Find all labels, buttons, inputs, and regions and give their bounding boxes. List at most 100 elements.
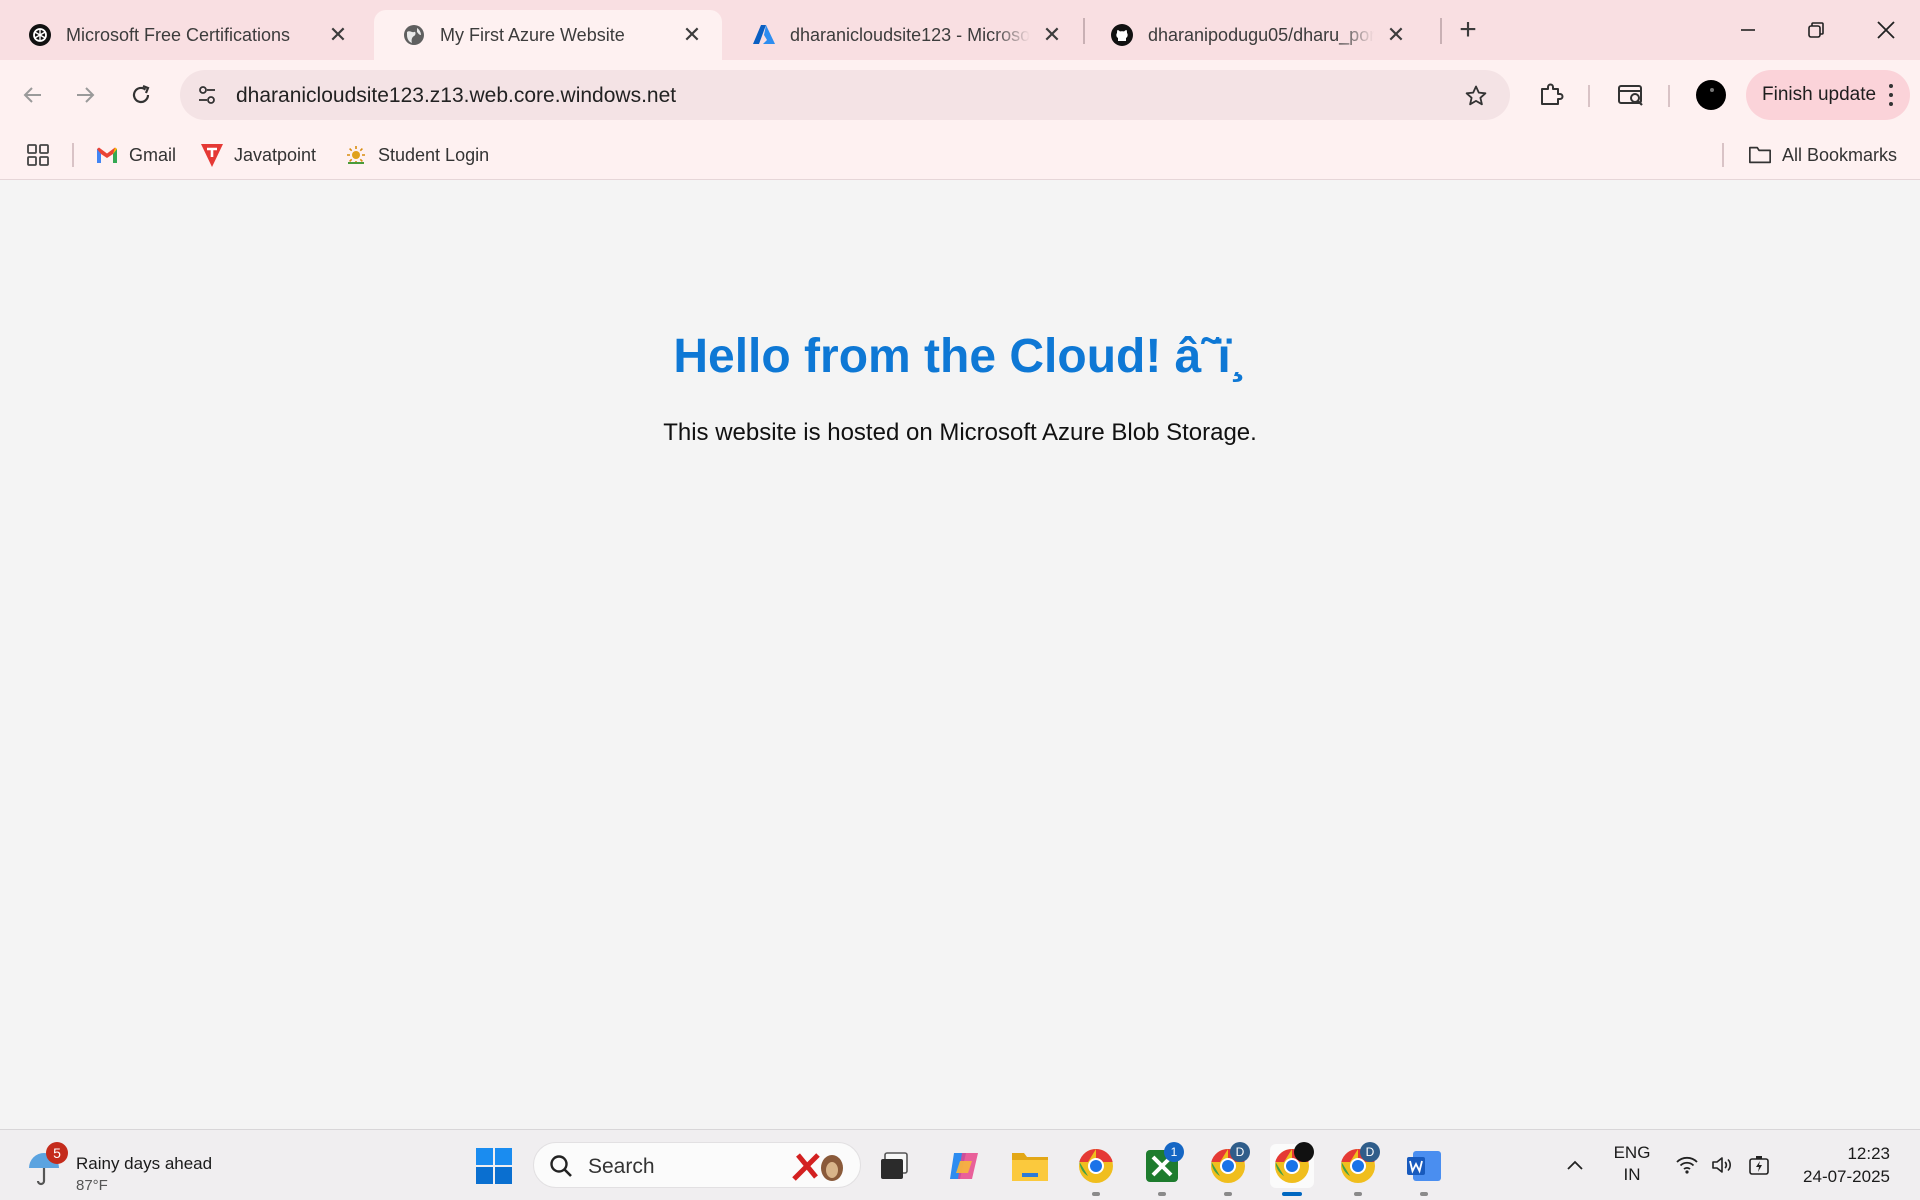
system-clock[interactable]: 12:23 24-07-2025: [1780, 1142, 1890, 1188]
bookmarks-divider: [1722, 143, 1724, 167]
close-icon[interactable]: ✕: [1384, 22, 1408, 47]
reload-icon: [132, 84, 150, 104]
bookmark-javatpoint[interactable]: Javatpoint: [200, 140, 316, 170]
bookmarks-bar: Gmail Javatpoint Student Login All Bookm…: [0, 130, 1920, 180]
wifi-icon: [1676, 1156, 1698, 1174]
running-indicator: [1420, 1192, 1428, 1196]
chrome-app-active[interactable]: [1270, 1142, 1314, 1196]
word-app[interactable]: [1402, 1144, 1446, 1196]
bookmark-label: Student Login: [378, 144, 490, 165]
task-view-icon: [881, 1152, 908, 1179]
search-icon: [550, 1155, 572, 1177]
volume-button[interactable]: [1708, 1140, 1738, 1190]
all-bookmarks-button[interactable]: All Bookmarks: [1748, 140, 1897, 170]
web-page-content: Hello from the Cloud! â˜ï¸ This website …: [0, 181, 1920, 1129]
tab-strip: Microsoft Free Certifications ✕ My First…: [0, 0, 1920, 60]
start-button[interactable]: [472, 1144, 516, 1188]
browser-toolbar: dharanicloudsite123.z13.web.core.windows…: [0, 60, 1920, 130]
windows-taskbar: 5 Rainy days ahead 87°F Search 1 D D ENG…: [0, 1129, 1920, 1200]
clock-date: 24-07-2025: [1803, 1167, 1890, 1186]
openai-icon: [28, 23, 52, 47]
reload-button[interactable]: [122, 76, 160, 114]
tab-dharanicloudsite123[interactable]: dharanicloudsite123 - Microsoft ✕: [724, 10, 1082, 60]
javatpoint-icon: [200, 143, 224, 167]
chrome-profile-badge: D: [1230, 1142, 1250, 1162]
language-region: IN: [1623, 1165, 1641, 1184]
windows-logo-icon: [476, 1148, 512, 1184]
menu-dots-icon[interactable]: [1888, 84, 1894, 106]
profile-avatar[interactable]: [1696, 80, 1726, 110]
tab-my-first-azure-website[interactable]: My First Azure Website ✕: [374, 10, 722, 60]
bookmarks-divider: [72, 143, 74, 167]
chrome-app-3[interactable]: D: [1336, 1142, 1380, 1196]
bookmark-label: Gmail: [129, 144, 177, 165]
tab-github-portfolio[interactable]: dharanipodugu05/dharu_portfolio ✕: [1082, 10, 1426, 60]
bookmark-student-login[interactable]: Student Login: [344, 140, 489, 170]
bookmark-label: Javatpoint: [234, 144, 317, 165]
forward-arrow-icon: [77, 87, 95, 103]
address-bar[interactable]: dharanicloudsite123.z13.web.core.windows…: [180, 70, 1510, 120]
tab-title: dharanicloudsite123 - Microsoft: [790, 24, 1030, 45]
bookmark-gmail[interactable]: Gmail: [95, 140, 176, 170]
clock-time: 12:23: [1847, 1144, 1890, 1163]
gmail-icon: [95, 143, 119, 167]
apps-grid-icon: [27, 144, 49, 166]
page-heading: Hello from the Cloud! â˜ï¸: [673, 330, 1247, 383]
word-icon: [1407, 1151, 1441, 1181]
xbox-app[interactable]: 1: [1140, 1142, 1184, 1196]
language-code: ENG: [1613, 1143, 1651, 1162]
bookmark-star-icon[interactable]: [1462, 82, 1490, 110]
extensions-button[interactable]: [1534, 78, 1568, 112]
task-view-button[interactable]: [872, 1144, 916, 1188]
forward-button[interactable]: [66, 76, 104, 114]
chrome-app-2[interactable]: D: [1206, 1142, 1250, 1196]
close-window-button[interactable]: [1864, 12, 1908, 48]
close-icon[interactable]: ✕: [1040, 22, 1064, 47]
finish-update-label: Finish update: [1762, 84, 1877, 105]
running-indicator: [1224, 1192, 1232, 1196]
chrome-profile-badge: D: [1360, 1142, 1380, 1162]
search-highlight-icon: [792, 1153, 843, 1181]
apps-button[interactable]: [26, 140, 50, 170]
folder-icon: [1012, 1153, 1048, 1181]
back-button[interactable]: [14, 76, 52, 114]
tab-title: Microsoft Free Certifications: [66, 24, 291, 45]
site-settings-icon[interactable]: [192, 80, 222, 110]
url-text[interactable]: dharanicloudsite123.z13.web.core.windows…: [236, 84, 676, 108]
toolbar-divider: [1668, 85, 1670, 107]
battery-charging-icon: [1749, 1156, 1769, 1175]
xbox-notification-badge: 1: [1164, 1142, 1184, 1162]
running-indicator: [1158, 1192, 1166, 1196]
restore-icon: [1808, 22, 1824, 38]
finish-update-button[interactable]: Finish update: [1746, 70, 1910, 120]
folder-icon: [1748, 143, 1772, 167]
tab-divider: [1083, 18, 1085, 44]
minimize-button[interactable]: [1726, 12, 1770, 48]
restore-button[interactable]: [1794, 12, 1838, 48]
new-tab-button[interactable]: +: [1452, 15, 1484, 47]
close-icon: [1877, 21, 1895, 39]
tab-search-icon: [1618, 85, 1643, 106]
minimize-icon: [1741, 29, 1755, 31]
tab-search-button[interactable]: [1614, 78, 1648, 112]
search-placeholder: Search: [588, 1155, 655, 1178]
chrome-app-1[interactable]: [1074, 1144, 1118, 1196]
azure-icon: [752, 23, 776, 47]
chrome-profile-badge-dark: [1294, 1142, 1314, 1162]
close-icon[interactable]: ✕: [680, 22, 704, 47]
toolbar-divider: [1588, 85, 1590, 107]
network-button[interactable]: [1672, 1140, 1702, 1190]
language-indicator[interactable]: ENG IN: [1606, 1142, 1658, 1186]
close-icon[interactable]: ✕: [326, 22, 350, 47]
tab-divider: [1440, 18, 1442, 44]
battery-button[interactable]: [1744, 1140, 1774, 1190]
taskbar-search[interactable]: Search: [533, 1142, 861, 1188]
weather-widget[interactable]: 5 Rainy days ahead 87°F: [26, 1142, 266, 1194]
show-hidden-icons-button[interactable]: [1562, 1140, 1588, 1190]
github-icon: [1110, 23, 1134, 47]
file-explorer-app[interactable]: [1008, 1144, 1052, 1188]
chrome-icon: [1079, 1148, 1113, 1183]
weather-alert-badge: 5: [46, 1142, 68, 1164]
tab-microsoft-free-certifications[interactable]: Microsoft Free Certifications ✕: [0, 10, 368, 60]
copilot-app[interactable]: [942, 1144, 986, 1188]
